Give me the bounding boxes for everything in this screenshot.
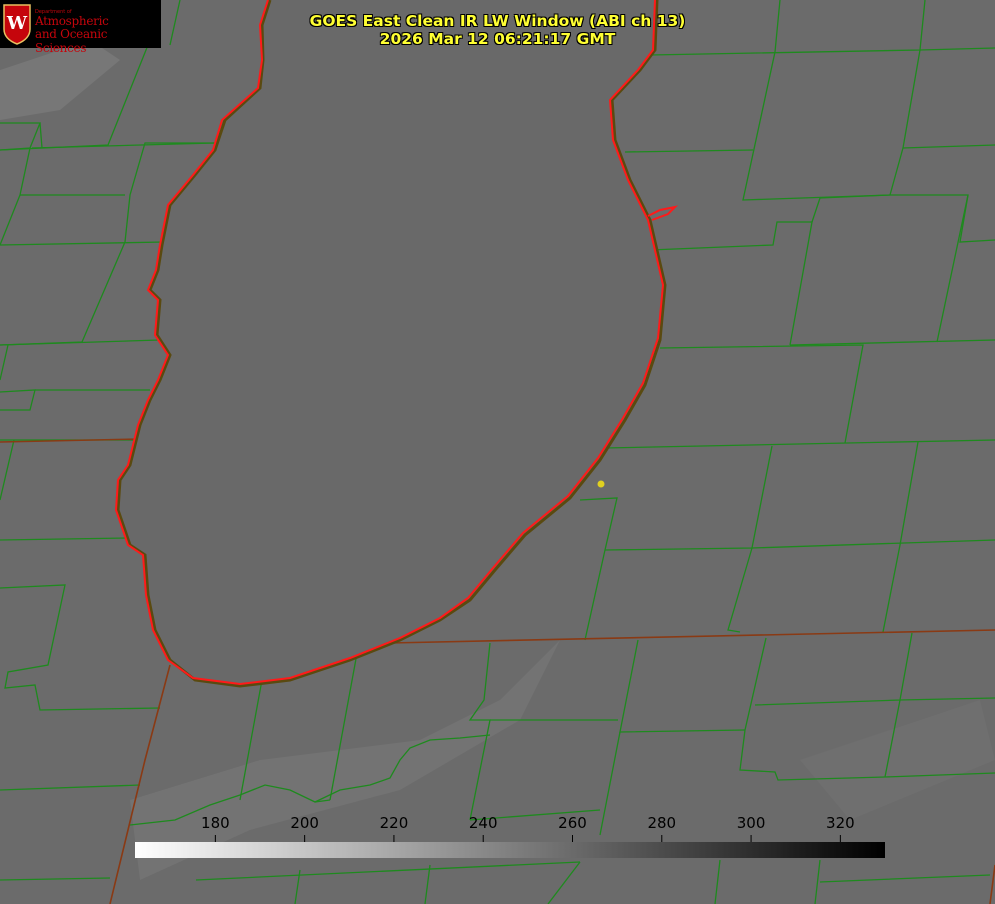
colorbar-tick-label: 180	[201, 814, 230, 832]
image-title: GOES East Clean IR LW Window (ABI ch 13)…	[300, 12, 695, 48]
colorbar-tick-label: 300	[736, 814, 766, 832]
colorbar-tick-label: 220	[379, 814, 409, 832]
colorbar-tick-label: 280	[647, 814, 677, 832]
location-marker	[597, 480, 605, 488]
uw-crest-icon: W	[3, 4, 31, 45]
uw-aos-logo: W Department of Atmospheric and Oceanic …	[0, 0, 161, 55]
colorbar-tick-labels: 180 200 220 240 260 280 300 320	[134, 814, 887, 834]
logo-line-1: Atmospheric	[35, 14, 109, 28]
colorbar-tick-label: 200	[290, 814, 319, 832]
crest-letter: W	[6, 13, 28, 34]
colorbar-tick-label: 260	[558, 814, 587, 832]
colorbar-gradient	[135, 842, 885, 858]
title-timestamp: 2026 Mar 12 06:21:17 GMT	[379, 30, 616, 48]
colorbar-tick-label: 320	[826, 814, 855, 832]
logo-line-2: and Oceanic Sciences	[35, 27, 108, 55]
colorbar-tick-label: 240	[468, 814, 498, 832]
satellite-map	[0, 0, 995, 904]
title-line-1: GOES East Clean IR LW Window (ABI ch 13)	[309, 12, 686, 30]
